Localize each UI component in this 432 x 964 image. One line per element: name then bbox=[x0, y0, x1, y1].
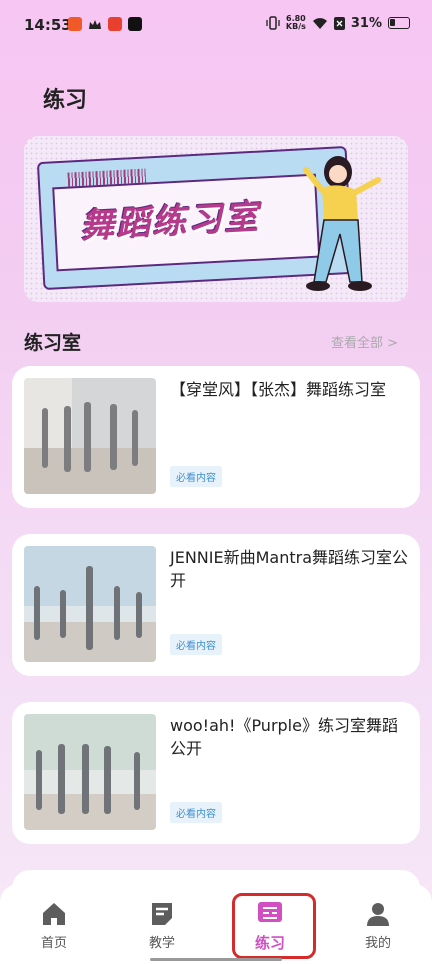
battery-percent: 31% bbox=[350, 15, 382, 31]
card-thumbnail bbox=[24, 546, 156, 662]
section-title: 练习室 bbox=[24, 332, 82, 354]
battery-icon bbox=[388, 17, 410, 29]
status-time: 14:53 bbox=[24, 16, 72, 34]
app-notification-icon bbox=[68, 17, 82, 31]
nav-item-home[interactable]: 首页 bbox=[4, 884, 104, 964]
card-thumbnail bbox=[24, 378, 156, 494]
banner[interactable]: 舞蹈练习室 bbox=[24, 136, 408, 302]
highlight-box bbox=[232, 893, 316, 959]
card-tag: 必看内容 bbox=[170, 466, 222, 487]
dancer-illustration bbox=[303, 156, 381, 291]
home-indicator bbox=[150, 958, 282, 961]
crown-icon bbox=[88, 17, 102, 31]
practice-card[interactable]: JENNIE新曲Mantra舞蹈练习室公开 必看内容 bbox=[12, 534, 420, 676]
card-title: 【穿堂风】【张杰】舞蹈练习室 bbox=[170, 380, 387, 399]
status-bar: 14:53 6.80 KB/s 31% bbox=[0, 0, 432, 50]
card-thumbnail bbox=[24, 714, 156, 830]
nav-label: 教学 bbox=[148, 936, 175, 951]
sim-icon bbox=[333, 16, 345, 30]
practice-card[interactable]: 【穿堂风】【张杰】舞蹈练习室 必看内容 bbox=[12, 366, 420, 508]
app-badge-icon bbox=[108, 17, 122, 31]
profile-icon bbox=[367, 903, 389, 926]
nav-label: 首页 bbox=[40, 936, 67, 951]
nav-label: 我的 bbox=[364, 936, 391, 951]
status-right: 6.80 KB/s 31% bbox=[266, 15, 410, 31]
card-tag: 必看内容 bbox=[170, 802, 222, 823]
banner-text: 舞蹈练习室 bbox=[79, 197, 262, 247]
wifi-icon bbox=[312, 17, 327, 29]
card-title: woo!ah!《Purple》练习室舞蹈公开 bbox=[170, 716, 398, 758]
nav-item-teaching[interactable]: 教学 bbox=[112, 884, 212, 964]
view-all-link[interactable]: 查看全部 > bbox=[331, 332, 398, 351]
tiktok-icon bbox=[128, 17, 142, 31]
net-speed: 6.80 KB/s bbox=[285, 14, 306, 31]
nav-item-profile[interactable]: 我的 bbox=[328, 884, 428, 964]
card-title: JENNIE新曲Mantra舞蹈练习室公开 bbox=[170, 548, 409, 590]
home-icon bbox=[43, 903, 65, 925]
card-tag: 必看内容 bbox=[170, 634, 222, 655]
practice-card[interactable]: woo!ah!《Purple》练习室舞蹈公开 必看内容 bbox=[12, 702, 420, 844]
document-icon bbox=[152, 903, 172, 925]
page-title: 练习 bbox=[43, 88, 88, 113]
vibrate-icon bbox=[266, 16, 280, 30]
